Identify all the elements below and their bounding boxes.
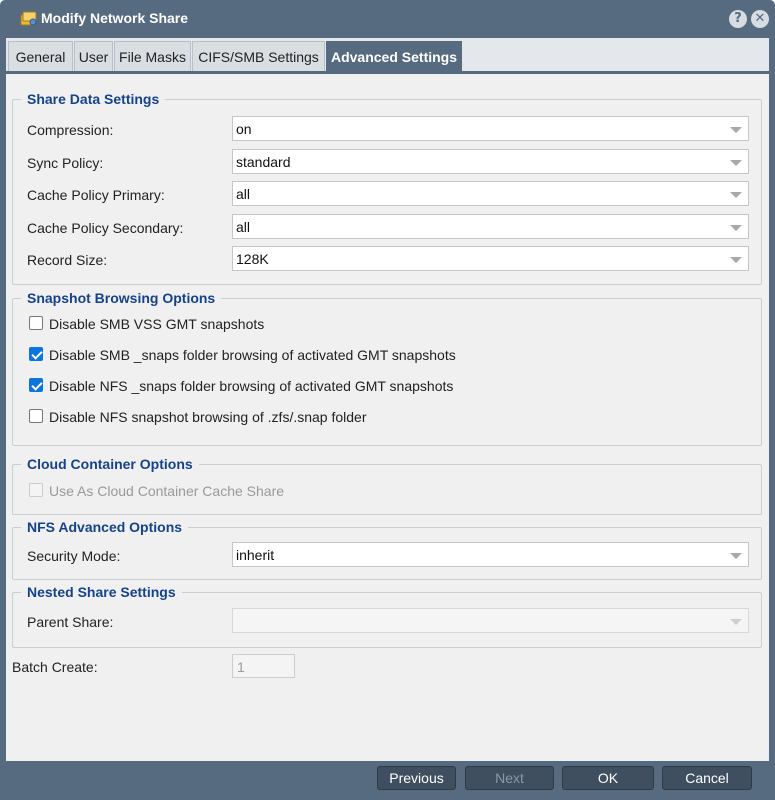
record-size-select[interactable]: 128K: [232, 246, 749, 271]
security-mode-select[interactable]: inherit: [232, 542, 749, 567]
compression-select[interactable]: on: [232, 116, 749, 141]
snapshot-browsing-options-group: Snapshot Browsing Options Disable SMB VS…: [12, 290, 762, 446]
cache-policy-secondary-label: Cache Policy Secondary:: [27, 220, 184, 236]
disable-nfs-snaps-folder-checkbox[interactable]: [29, 378, 43, 392]
batch-create-field[interactable]: 1: [232, 654, 295, 678]
chevron-down-icon[interactable]: [730, 160, 742, 166]
batch-create-label: Batch Create:: [12, 659, 98, 675]
ok-button[interactable]: OK: [562, 766, 654, 790]
record-size-value: 128K: [236, 251, 269, 267]
chevron-down-icon[interactable]: [730, 257, 742, 263]
dialog-footer: Previous Next OK Cancel: [0, 761, 775, 800]
chevron-down-icon[interactable]: [730, 619, 742, 625]
chevron-down-icon[interactable]: [730, 553, 742, 559]
cloud-container-cache-label: Use As Cloud Container Cache Share: [49, 483, 285, 499]
tab-general[interactable]: General: [8, 41, 73, 71]
tab-file-masks[interactable]: File Masks: [114, 41, 191, 71]
cloud-container-cache-checkbox[interactable]: [29, 483, 43, 497]
cache-policy-primary-select[interactable]: all: [232, 181, 749, 206]
previous-button[interactable]: Previous: [377, 766, 456, 790]
next-button[interactable]: Next: [465, 766, 554, 790]
disable-smb-snaps-folder-label[interactable]: Disable SMB _snaps folder browsing of ac…: [49, 347, 456, 363]
tab-advanced-settings[interactable]: Advanced Settings: [326, 41, 462, 71]
close-icon[interactable]: ✕: [751, 10, 769, 28]
batch-create-value: 1: [237, 659, 245, 675]
chevron-down-icon[interactable]: [730, 192, 742, 198]
disable-smb-snaps-folder-checkbox[interactable]: [29, 347, 43, 361]
tab-cifs-smb-settings[interactable]: CIFS/SMB Settings: [192, 41, 325, 71]
share-data-settings-legend: Share Data Settings: [21, 91, 166, 107]
cache-policy-primary-label: Cache Policy Primary:: [27, 187, 165, 203]
parent-share-select[interactable]: [232, 608, 749, 633]
security-mode-value: inherit: [236, 547, 275, 563]
cache-policy-primary-value: all: [236, 186, 251, 202]
nested-share-settings-group: Nested Share Settings Parent Share:: [12, 584, 762, 648]
share-data-settings-group: Share Data Settings Compression: on Sync…: [12, 91, 762, 285]
sync-policy-value: standard: [236, 154, 291, 170]
cache-policy-secondary-value: all: [236, 219, 251, 235]
compression-value: on: [236, 121, 252, 137]
title-bar[interactable]: Modify Network Share ? ✕: [0, 0, 775, 38]
sync-policy-select[interactable]: standard: [232, 149, 749, 174]
nfs-advanced-options-legend: NFS Advanced Options: [21, 519, 189, 535]
nested-share-settings-legend: Nested Share Settings: [21, 584, 182, 600]
tab-user[interactable]: User: [74, 41, 113, 71]
dialog-title: Modify Network Share: [41, 10, 189, 26]
cloud-container-options-group: Cloud Container Options Use As Cloud Con…: [12, 456, 762, 515]
parent-share-label: Parent Share:: [27, 614, 114, 630]
modify-network-share-dialog: Modify Network Share ? ✕ General User Fi…: [0, 0, 775, 800]
share-folder-icon: [20, 11, 37, 26]
security-mode-label: Security Mode:: [27, 548, 121, 564]
sync-policy-label: Sync Policy:: [27, 155, 104, 171]
record-size-label: Record Size:: [27, 252, 108, 268]
nfs-advanced-options-group: NFS Advanced Options Security Mode: inhe…: [12, 519, 762, 580]
chevron-down-icon[interactable]: [730, 127, 742, 133]
disable-nfs-zfs-snap-checkbox[interactable]: [29, 409, 43, 423]
help-icon[interactable]: ?: [729, 10, 747, 28]
disable-nfs-zfs-snap-label[interactable]: Disable NFS snapshot browsing of .zfs/.s…: [49, 409, 367, 425]
cache-policy-secondary-select[interactable]: all: [232, 214, 749, 239]
compression-label: Compression:: [27, 122, 114, 138]
chevron-down-icon[interactable]: [730, 225, 742, 231]
disable-smb-vss-gmt-checkbox[interactable]: [29, 316, 43, 330]
disable-smb-vss-gmt-label[interactable]: Disable SMB VSS GMT snapshots: [49, 316, 264, 332]
cloud-container-options-legend: Cloud Container Options: [21, 456, 199, 472]
disable-nfs-snaps-folder-label[interactable]: Disable NFS _snaps folder browsing of ac…: [49, 378, 453, 394]
tab-strip: General User File Masks CIFS/SMB Setting…: [6, 38, 769, 71]
cancel-button[interactable]: Cancel: [662, 766, 752, 790]
snapshot-browsing-options-legend: Snapshot Browsing Options: [21, 290, 222, 306]
dialog-body: Share Data Settings Compression: on Sync…: [6, 71, 769, 761]
